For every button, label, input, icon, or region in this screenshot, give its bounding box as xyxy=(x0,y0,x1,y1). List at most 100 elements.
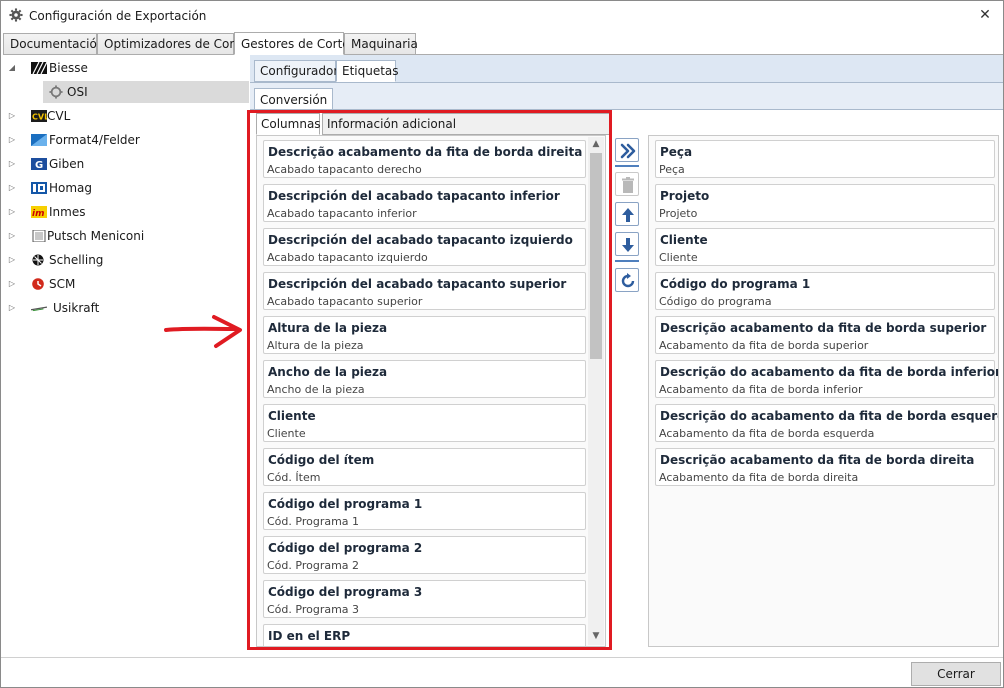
collapsed-arrow-icon[interactable]: ▷ xyxy=(7,177,17,199)
tab-conversion[interactable]: Conversión xyxy=(254,88,334,110)
list-item[interactable]: Descripción del acabado tapacanto inferi… xyxy=(263,184,586,222)
tree-item-label: Schelling xyxy=(49,253,104,267)
scroll-up-icon[interactable]: ▲ xyxy=(588,137,604,151)
collapsed-arrow-icon[interactable]: ▷ xyxy=(7,249,17,271)
item-title: Descrição do acabamento da fita de borda… xyxy=(660,365,999,379)
list-item[interactable]: Descrição do acabamento da fita de borda… xyxy=(655,404,998,442)
expanded-arrow-icon[interactable]: ◢ xyxy=(7,57,17,79)
export-config-window: Configuración de Exportación ✕ Documenta… xyxy=(0,0,1004,688)
format4-logo xyxy=(31,134,47,146)
item-title: Cliente xyxy=(268,409,316,423)
list-item[interactable]: Altura de la pieza Altura de la pieza xyxy=(263,316,586,354)
collapsed-arrow-icon[interactable]: ▷ xyxy=(7,129,17,151)
tree-item-cvl[interactable]: ▷ CVL CVL xyxy=(7,105,247,127)
item-subtitle: Ancho de la pieza xyxy=(267,383,365,396)
add-columns-button[interactable] xyxy=(615,138,639,162)
tree-item-giben[interactable]: ▷ G Giben xyxy=(7,153,247,175)
item-title: Código do programa 1 xyxy=(660,277,811,291)
collapsed-arrow-icon[interactable]: ▷ xyxy=(7,273,17,295)
list-item[interactable]: Descrição acabamento da fita de borda di… xyxy=(263,140,586,178)
tree-item-label: Putsch Meniconi xyxy=(47,229,145,243)
list-scrollbar[interactable]: ▲ ▼ xyxy=(588,137,604,645)
item-subtitle: Acabamento da fita de borda inferior xyxy=(659,383,863,396)
item-title: Código del programa 2 xyxy=(268,541,423,555)
tree-item-format4[interactable]: ▷ Format4/Felder xyxy=(7,129,247,151)
gear-icon xyxy=(9,8,23,22)
collapsed-arrow-icon[interactable]: ▷ xyxy=(7,225,17,247)
list-item[interactable]: Ancho de la pieza Ancho de la pieza xyxy=(263,360,586,398)
item-subtitle: Cód. Programa 1 xyxy=(267,515,360,528)
list-item[interactable]: Cliente Cliente xyxy=(655,228,995,266)
item-title: Descrição acabamento da fita de borda di… xyxy=(660,453,975,467)
tree-item-label: Biesse xyxy=(49,61,88,75)
annotation-arrow-icon xyxy=(164,315,242,348)
move-up-button[interactable] xyxy=(615,202,639,226)
tree-item-homag[interactable]: ▷ Homag xyxy=(7,177,247,199)
collapsed-arrow-icon[interactable]: ▷ xyxy=(7,153,17,175)
item-subtitle: Código do programa xyxy=(659,295,772,308)
tab-columnas[interactable]: Columnas xyxy=(256,113,321,135)
item-subtitle: Acabado tapacanto inferior xyxy=(267,207,417,220)
list-item[interactable]: Descrição acabamento da fita de borda su… xyxy=(655,316,995,354)
biesse-logo xyxy=(31,62,47,74)
tree-item-scm[interactable]: ▷ SCM xyxy=(7,273,247,295)
scroll-down-icon[interactable]: ▼ xyxy=(588,629,604,643)
item-subtitle: Acabamento da fita de borda direita xyxy=(659,471,859,484)
tree-item-schelling[interactable]: ▷ Schelling xyxy=(7,249,247,271)
list-item[interactable]: Descripción del acabado tapacanto superi… xyxy=(263,272,586,310)
cerrar-button[interactable]: Cerrar xyxy=(911,662,1001,686)
collapsed-arrow-icon[interactable]: ▷ xyxy=(7,105,17,127)
trash-icon xyxy=(622,177,634,193)
list-item[interactable]: Código del programa 3 Cód. Programa 3 xyxy=(263,580,586,618)
list-item[interactable]: Descripción del acabado tapacanto izquie… xyxy=(263,228,586,266)
list-item[interactable]: Código del ítem Cód. Ítem xyxy=(263,448,586,486)
tab-optimizadores[interactable]: Optimizadores de Corte xyxy=(97,33,246,55)
item-subtitle: Acabado tapacanto izquierdo xyxy=(267,251,428,264)
list-item[interactable]: Código do programa 1 Código do programa xyxy=(655,272,995,310)
item-title: ID en el ERP xyxy=(268,629,351,643)
list-item[interactable]: Código del programa 2 Cód. Programa 2 xyxy=(263,536,586,574)
item-subtitle: Cliente xyxy=(659,251,698,264)
window-title: Configuración de Exportación xyxy=(29,9,207,23)
tab-documentacion[interactable]: Documentación xyxy=(3,33,104,55)
tree-item-putsch[interactable]: ▷ Putsch Meniconi xyxy=(7,225,247,247)
available-columns-list[interactable]: Descrição acabamento da fita de borda di… xyxy=(256,135,606,647)
item-title: Descrição acabamento da fita de borda su… xyxy=(660,321,987,335)
tree-item-biesse[interactable]: ◢ Biesse xyxy=(7,57,247,79)
list-item[interactable]: Código del programa 1 Cód. Programa 1 xyxy=(263,492,586,530)
tab-maquinaria[interactable]: Maquinaria xyxy=(344,33,418,55)
item-subtitle: Cód. Programa 2 xyxy=(267,559,360,572)
tree-item-label: OSI xyxy=(67,85,88,99)
gear-icon xyxy=(49,85,63,99)
list-item[interactable]: Peça Peça xyxy=(655,140,995,178)
move-down-button[interactable] xyxy=(615,232,639,256)
tab-informacion-adicional[interactable]: Información adicional xyxy=(322,113,610,135)
cvl-logo: CVL xyxy=(31,110,47,122)
tab-etiquetas[interactable]: Etiquetas xyxy=(336,60,399,82)
collapsed-arrow-icon[interactable]: ▷ xyxy=(7,201,17,223)
list-item[interactable]: Cliente Cliente xyxy=(263,404,586,442)
tree-item-inmes[interactable]: ▷ im Inmes xyxy=(7,201,247,223)
list-item[interactable]: Descrição do acabamento da fita de borda… xyxy=(655,360,998,398)
selected-columns-list[interactable]: Peça Peça Projeto Projeto Cliente Cliente C… xyxy=(648,135,999,647)
item-title: Projeto xyxy=(660,189,710,203)
delete-column-button[interactable] xyxy=(615,172,639,196)
item-subtitle: Acabado tapacanto superior xyxy=(267,295,423,308)
list-item[interactable]: Projeto Projeto xyxy=(655,184,995,222)
list-item[interactable]: Descrição acabamento da fita de borda di… xyxy=(655,448,995,486)
collapsed-arrow-icon[interactable]: ▷ xyxy=(7,297,17,319)
tab-configurador[interactable]: Configurador xyxy=(254,60,338,82)
item-subtitle: Altura de la pieza xyxy=(267,339,364,352)
title-bar: Configuración de Exportación ✕ xyxy=(1,1,1003,31)
item-title: Descripción del acabado tapacanto superi… xyxy=(268,277,567,291)
tree-item-osi[interactable]: OSI xyxy=(43,81,249,103)
refresh-icon xyxy=(621,273,635,288)
arrow-up-icon xyxy=(622,208,634,222)
list-item[interactable]: ID en el ERP xyxy=(263,624,586,646)
reset-button[interactable] xyxy=(615,268,639,292)
scroll-thumb[interactable] xyxy=(590,153,602,359)
svg-text:im: im xyxy=(32,209,44,218)
tab-gestores-de-corte[interactable]: Gestores de Corte xyxy=(234,32,350,55)
close-icon[interactable]: ✕ xyxy=(973,4,997,26)
sub-tabs: Configurador Etiquetas xyxy=(250,55,1003,83)
